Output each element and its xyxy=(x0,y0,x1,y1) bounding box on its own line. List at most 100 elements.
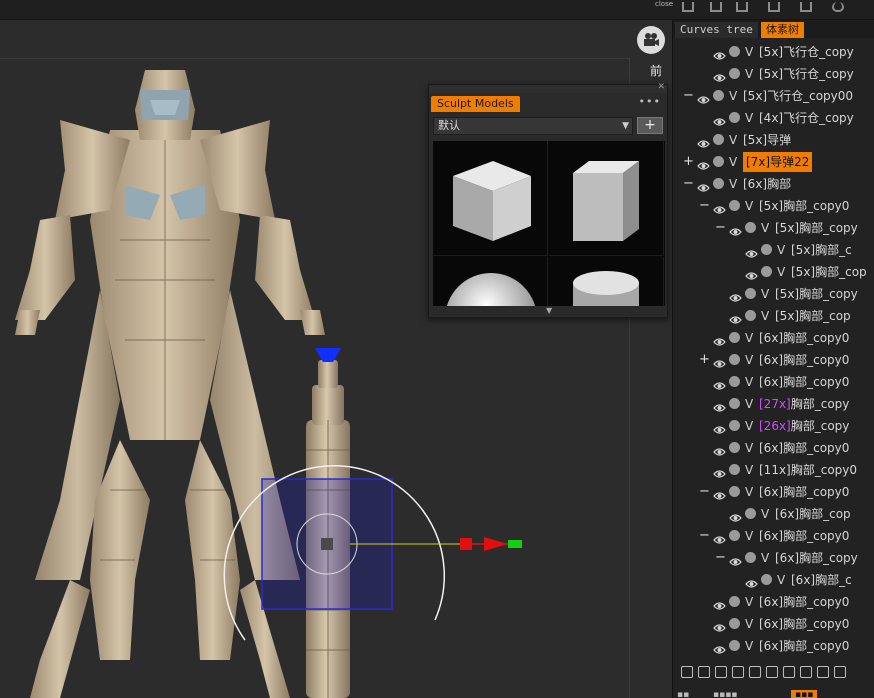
collapse-icon[interactable]: − xyxy=(715,218,726,238)
visibility-eye-icon[interactable] xyxy=(713,355,726,368)
panel-titlebar[interactable]: ✕ xyxy=(429,82,667,93)
tree-row[interactable]: V [6x]胸部_cop xyxy=(673,504,874,524)
voxel-mode-badge[interactable]: V xyxy=(729,86,737,106)
ghost-toggle-icon[interactable] xyxy=(729,112,740,123)
preset-select[interactable]: 默认 ▼ xyxy=(433,117,633,135)
ghost-toggle-icon[interactable] xyxy=(729,332,740,343)
model-box[interactable] xyxy=(549,141,664,256)
voxel-mode-badge[interactable]: V xyxy=(729,152,737,172)
footer-tab-3[interactable]: ▪▪▪ xyxy=(791,690,818,698)
expand-icon[interactable]: + xyxy=(683,152,694,172)
ghost-toggle-icon[interactable] xyxy=(729,640,740,651)
ghost-toggle-icon[interactable] xyxy=(713,134,724,145)
model-cube[interactable] xyxy=(433,141,548,256)
ghost-toggle-icon[interactable] xyxy=(729,398,740,409)
voxel-mode-badge[interactable]: V xyxy=(729,130,737,150)
ghost-toggle-icon[interactable] xyxy=(729,354,740,365)
tree-row[interactable]: V [26x]胸部_copy xyxy=(673,416,874,436)
split-view-icon[interactable] xyxy=(800,2,812,12)
tree-row[interactable]: V [6x]胸部_copy0 xyxy=(673,328,874,348)
camera-button[interactable] xyxy=(637,26,665,54)
model-sphere[interactable] xyxy=(433,257,548,306)
view-direction-label[interactable]: 前 xyxy=(650,62,662,79)
transform-icon[interactable] xyxy=(766,666,778,678)
tree-row[interactable]: V [6x]胸部_copy0 xyxy=(673,636,874,656)
tab-sculpt-models[interactable]: Sculpt Models xyxy=(431,96,520,112)
visibility-eye-icon[interactable] xyxy=(713,201,726,214)
tree-row[interactable]: V [5x]胸部_copy xyxy=(673,284,874,304)
close-label[interactable]: close xyxy=(655,0,673,8)
ghost-toggle-icon[interactable] xyxy=(745,288,756,299)
tree-row[interactable]: V [4x]飞行仓_copy xyxy=(673,108,874,128)
scroll-down-icon[interactable]: ▼ xyxy=(546,306,552,315)
tab-voxel-tree[interactable]: 体素树 xyxy=(761,22,804,38)
duplicate-icon[interactable] xyxy=(698,666,710,678)
tree-row[interactable]: − V [5x]胸部_copy0 xyxy=(673,196,874,216)
visibility-eye-icon[interactable] xyxy=(697,135,710,148)
visibility-eye-icon[interactable] xyxy=(713,465,726,478)
visibility-eye-icon[interactable] xyxy=(713,641,726,654)
visibility-eye-icon[interactable] xyxy=(713,69,726,82)
panel-icon[interactable] xyxy=(682,2,694,12)
tree-row[interactable]: V [6x]胸部_copy0 xyxy=(673,614,874,634)
ghost-toggle-icon[interactable] xyxy=(745,222,756,233)
voxel-mode-badge[interactable]: V xyxy=(761,284,769,304)
visibility-eye-icon[interactable] xyxy=(729,509,742,522)
visibility-eye-icon[interactable] xyxy=(713,597,726,610)
tree-row[interactable]: V [27x]胸部_copy xyxy=(673,394,874,414)
visibility-eye-icon[interactable] xyxy=(729,311,742,324)
tree-row[interactable]: + V [7x]导弹22 xyxy=(673,152,874,172)
tree-row[interactable]: V [6x]胸部_c xyxy=(673,570,874,590)
layout-icon[interactable] xyxy=(710,2,722,12)
visibility-eye-icon[interactable] xyxy=(713,333,726,346)
tree-row[interactable]: + V [6x]胸部_copy0 xyxy=(673,350,874,370)
voxel-mode-badge[interactable]: V xyxy=(745,460,753,480)
visibility-eye-icon[interactable] xyxy=(697,179,710,192)
ghost-toggle-icon[interactable] xyxy=(729,596,740,607)
voxel-mode-badge[interactable]: V xyxy=(777,240,785,260)
add-icon[interactable] xyxy=(681,666,693,678)
ghost-toggle-icon[interactable] xyxy=(745,552,756,563)
ghost-toggle-icon[interactable] xyxy=(713,178,724,189)
expand-icon[interactable]: + xyxy=(699,350,710,370)
delete-icon[interactable] xyxy=(817,666,829,678)
ghost-toggle-icon[interactable] xyxy=(729,200,740,211)
ghost-toggle-icon[interactable] xyxy=(729,486,740,497)
ghost-toggle-icon[interactable] xyxy=(729,442,740,453)
voxel-mode-badge[interactable]: V xyxy=(745,42,753,62)
tree-row[interactable]: V [5x]胸部_cop xyxy=(673,262,874,282)
footer-tab-1[interactable]: ▪▪ xyxy=(677,690,689,698)
ghost-toggle-icon[interactable] xyxy=(745,508,756,519)
ghost-toggle-icon[interactable] xyxy=(761,266,772,277)
visibility-eye-icon[interactable] xyxy=(745,245,758,258)
tab-curves-tree[interactable]: Curves tree xyxy=(675,22,758,38)
visibility-eye-icon[interactable] xyxy=(713,487,726,500)
collapse-icon[interactable]: − xyxy=(715,548,726,568)
voxel-mode-badge[interactable]: V xyxy=(777,570,785,590)
collapse-icon[interactable]: − xyxy=(683,86,694,106)
grid-icon[interactable] xyxy=(783,666,795,678)
tree-row[interactable]: V [5x]飞行仓_copy xyxy=(673,64,874,84)
tree-row[interactable]: − V [6x]胸部 xyxy=(673,174,874,194)
grid-icon[interactable] xyxy=(736,2,748,12)
window-icon[interactable] xyxy=(768,2,780,12)
ghost-toggle-icon[interactable] xyxy=(761,244,772,255)
visibility-eye-icon[interactable] xyxy=(697,91,710,104)
voxel-mode-badge[interactable]: V xyxy=(745,526,753,546)
ghost-toggle-icon[interactable] xyxy=(729,420,740,431)
visibility-eye-icon[interactable] xyxy=(713,619,726,632)
voxel-mode-badge[interactable]: V xyxy=(745,394,753,414)
visibility-eye-icon[interactable] xyxy=(729,289,742,302)
voxel-mode-badge[interactable]: V xyxy=(745,416,753,436)
visibility-eye-icon[interactable] xyxy=(713,531,726,544)
collapse-icon[interactable]: − xyxy=(699,196,710,216)
tree-row[interactable]: V [6x]胸部_copy0 xyxy=(673,438,874,458)
hide-icon[interactable] xyxy=(834,666,846,678)
visibility-eye-icon[interactable] xyxy=(745,267,758,280)
visibility-eye-icon[interactable] xyxy=(729,553,742,566)
visibility-eye-icon[interactable] xyxy=(713,443,726,456)
voxel-mode-badge[interactable]: V xyxy=(745,482,753,502)
voxel-mode-badge[interactable]: V xyxy=(777,262,785,282)
ghost-toggle-icon[interactable] xyxy=(729,530,740,541)
voxel-mode-badge[interactable]: V xyxy=(729,174,737,194)
